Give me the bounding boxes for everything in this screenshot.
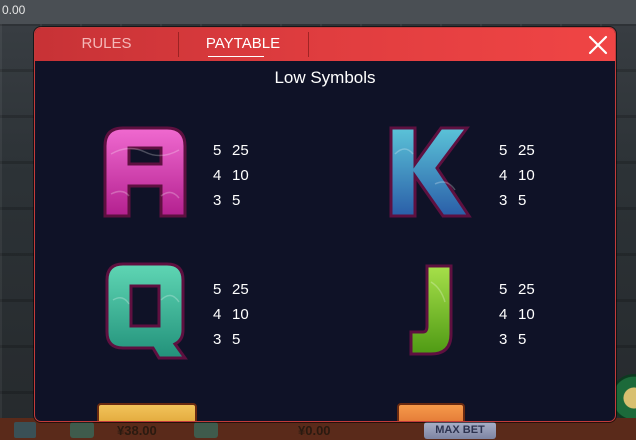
section-title: Low Symbols [274,68,376,87]
pay-row: 4 10 [499,163,535,188]
symbol-q-icon [99,260,191,360]
pay-row: 5 25 [213,138,249,163]
next-symbol-icon [97,403,197,421]
close-icon [588,35,608,55]
pay-row: 4 10 [213,302,249,327]
symbol-a-icon [99,124,191,220]
balance-value: 0.00 [2,3,26,17]
next-symbol-icon [397,403,465,421]
paytable-modal: RULES PAYTABLE Low Symbols 5 25 4 10 3 5… [34,27,616,422]
pay-value: 10 [518,167,535,184]
tab-paytable[interactable]: PAYTABLE [178,28,308,61]
pay-count: 5 [213,142,222,159]
symbol-j-icon [405,262,497,358]
pay-value: 25 [232,281,249,298]
pay-value: 5 [518,331,527,348]
pay-row: 35 [213,327,249,352]
pay-row: 5 25 [499,277,535,302]
symbol-a-paytable: 5 25 4 10 35 [213,138,249,213]
symbol-q-paytable: 5 25 4 10 35 [213,277,249,352]
pay-value: 5 [232,331,241,348]
pay-count: 3 [213,331,222,348]
pay-count: 3 [499,192,508,209]
pay-row: 5 25 [213,277,249,302]
modal-header: RULES PAYTABLE [35,28,615,61]
menu-icon[interactable] [14,422,36,438]
bet-increase-button[interactable] [194,422,218,438]
pay-count: 4 [213,306,222,323]
win-value: ¥0.00 [298,423,331,438]
bet-decrease-button[interactable] [70,422,94,438]
close-button[interactable] [585,32,611,58]
pay-count: 5 [499,281,508,298]
pay-count: 3 [499,331,508,348]
pay-count: 5 [213,281,222,298]
pay-value: 10 [232,167,249,184]
top-status-bar: 0.00 [0,0,636,24]
pay-count: 3 [213,192,222,209]
max-bet-button[interactable]: MAX BET [424,422,496,439]
symbol-k-icon [385,124,477,220]
pay-count: 4 [213,167,222,184]
pay-value: 5 [518,192,527,209]
pay-value: 25 [232,142,249,159]
pay-value: 10 [232,306,249,323]
pay-row: 35 [499,327,535,352]
pay-value: 5 [232,192,241,209]
symbol-k-paytable: 5 25 4 10 35 [499,138,535,213]
active-tab-underline [208,56,264,57]
bet-value: ¥38.00 [117,423,157,438]
pay-row: 4 10 [213,163,249,188]
pay-value: 25 [518,281,535,298]
tab-rules[interactable]: RULES [35,28,178,61]
pay-row: 4 10 [499,302,535,327]
tab-paytable-label: PAYTABLE [205,35,281,52]
pay-count: 4 [499,306,508,323]
pay-row: 5 25 [499,138,535,163]
pay-count: 4 [499,167,508,184]
pay-row: 35 [499,188,535,213]
pay-count: 5 [499,142,508,159]
tab-rules-label: RULES [81,35,132,52]
pay-value: 25 [518,142,535,159]
tab-divider [308,32,309,57]
pay-value: 10 [518,306,535,323]
symbol-j-paytable: 5 25 4 10 35 [499,277,535,352]
pay-row: 35 [213,188,249,213]
